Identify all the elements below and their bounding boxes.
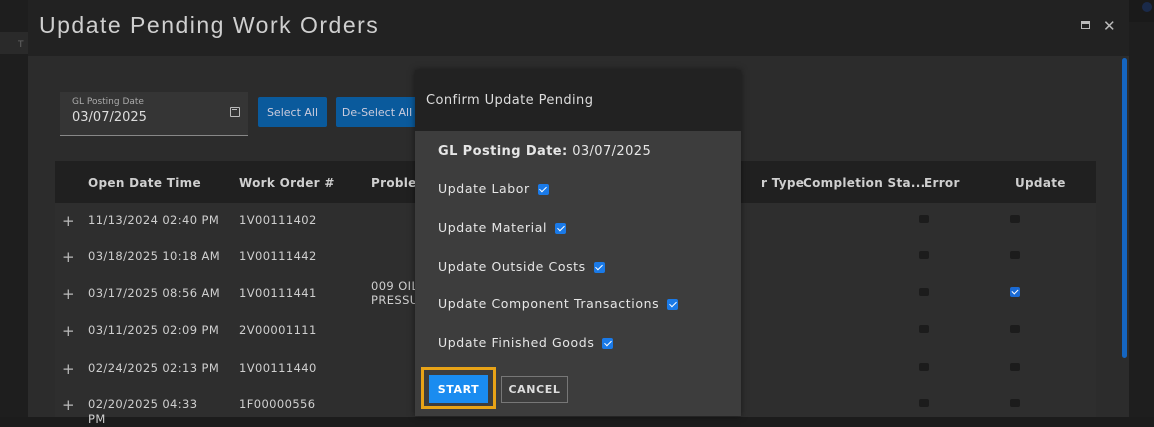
column-header-completion-status[interactable]: Completion Sta... bbox=[803, 176, 925, 190]
option-update-outside-costs: Update Outside Costs bbox=[438, 259, 605, 274]
option-label: Update Component Transactions bbox=[438, 296, 660, 311]
cell-open-date: 02/20/2025 04:33 PM bbox=[88, 397, 198, 426]
option-update-material: Update Material bbox=[438, 220, 567, 235]
column-header-error[interactable]: Error bbox=[924, 176, 960, 190]
option-label: Update Labor bbox=[438, 181, 530, 196]
expand-plus-icon[interactable]: + bbox=[62, 322, 75, 340]
cell-work-order: 1V00111402 bbox=[239, 213, 317, 227]
maximize-icon[interactable] bbox=[1081, 21, 1090, 29]
column-header-work-order[interactable]: Work Order # bbox=[239, 176, 335, 190]
error-checkbox[interactable] bbox=[919, 363, 929, 371]
cell-open-date: 02/24/2025 02:13 PM bbox=[88, 361, 220, 375]
close-icon[interactable]: ✕ bbox=[1103, 17, 1116, 35]
option-update-labor: Update Labor bbox=[438, 181, 549, 196]
dialog-gl-value: 03/07/2025 bbox=[572, 144, 652, 159]
update-checkbox[interactable] bbox=[1010, 215, 1020, 223]
update-outside-costs-checkbox[interactable] bbox=[593, 262, 605, 273]
column-header-open-date[interactable]: Open Date Time bbox=[88, 176, 201, 190]
calendar-icon[interactable] bbox=[230, 107, 240, 117]
update-finished-goods-checkbox[interactable] bbox=[602, 338, 614, 349]
update-checkbox[interactable] bbox=[1010, 325, 1020, 333]
error-checkbox[interactable] bbox=[919, 325, 929, 333]
update-checkbox[interactable] bbox=[1010, 251, 1020, 259]
select-all-button[interactable]: Select All bbox=[258, 97, 327, 127]
option-update-component-transactions: Update Component Transactions bbox=[438, 296, 679, 311]
expand-plus-icon[interactable]: + bbox=[62, 360, 75, 378]
confirm-update-dialog: Confirm Update Pending GL Posting Date: … bbox=[415, 70, 741, 416]
option-label: Update Outside Costs bbox=[438, 259, 586, 274]
modal-title: Update Pending Work Orders bbox=[39, 12, 380, 38]
error-checkbox[interactable] bbox=[919, 251, 929, 259]
column-header-order-type[interactable]: r Type bbox=[761, 176, 804, 190]
cell-work-order: 1V00111442 bbox=[239, 249, 317, 263]
update-checkbox[interactable] bbox=[1010, 363, 1020, 371]
expand-plus-icon[interactable]: + bbox=[62, 248, 75, 266]
cell-work-order: 1F00000556 bbox=[239, 397, 316, 411]
error-checkbox[interactable] bbox=[919, 288, 929, 296]
expand-plus-icon[interactable]: + bbox=[62, 212, 75, 230]
cell-work-order: 1V00111441 bbox=[239, 286, 317, 300]
dialog-header: Confirm Update Pending bbox=[415, 70, 741, 131]
cell-open-date: 03/11/2025 02:09 PM bbox=[88, 323, 220, 337]
option-label: Update Finished Goods bbox=[438, 335, 595, 350]
update-component-transactions-checkbox[interactable] bbox=[667, 299, 679, 310]
modal-header: Update Pending Work Orders ✕ bbox=[28, 0, 1129, 56]
update-material-checkbox[interactable] bbox=[555, 223, 567, 234]
cell-work-order: 2V00001111 bbox=[239, 323, 317, 337]
option-update-finished-goods: Update Finished Goods bbox=[438, 335, 614, 350]
gl-posting-date-label: GL Posting Date bbox=[72, 97, 144, 107]
background-indicator bbox=[1128, 0, 1154, 22]
update-checkbox[interactable] bbox=[1010, 399, 1020, 407]
cell-open-date: 11/13/2024 02:40 PM bbox=[88, 213, 220, 227]
error-checkbox[interactable] bbox=[919, 399, 929, 407]
cancel-button[interactable]: CANCEL bbox=[501, 376, 568, 403]
cell-work-order: 1V00111440 bbox=[239, 361, 317, 375]
update-checkbox[interactable] bbox=[1010, 287, 1020, 297]
column-header-update[interactable]: Update bbox=[1015, 176, 1066, 190]
expand-plus-icon[interactable]: + bbox=[62, 285, 75, 303]
cell-open-date: 03/17/2025 08:56 AM bbox=[88, 286, 221, 300]
gl-posting-date-field[interactable]: GL Posting Date 03/07/2025 bbox=[60, 92, 248, 136]
gl-posting-date-value[interactable]: 03/07/2025 bbox=[72, 110, 147, 125]
dialog-gl-date: GL Posting Date: 03/07/2025 bbox=[438, 144, 651, 159]
modal-scrollbar[interactable] bbox=[1122, 58, 1127, 358]
dialog-gl-label: GL Posting Date: bbox=[438, 144, 568, 159]
update-labor-checkbox[interactable] bbox=[537, 184, 549, 195]
option-label: Update Material bbox=[438, 220, 548, 235]
deselect-all-button[interactable]: De-Select All bbox=[336, 97, 418, 127]
dialog-title: Confirm Update Pending bbox=[426, 93, 594, 108]
expand-plus-icon[interactable]: + bbox=[62, 396, 75, 414]
error-checkbox[interactable] bbox=[919, 215, 929, 223]
start-button[interactable]: START bbox=[429, 375, 488, 403]
cell-open-date: 03/18/2025 10:18 AM bbox=[88, 249, 221, 263]
